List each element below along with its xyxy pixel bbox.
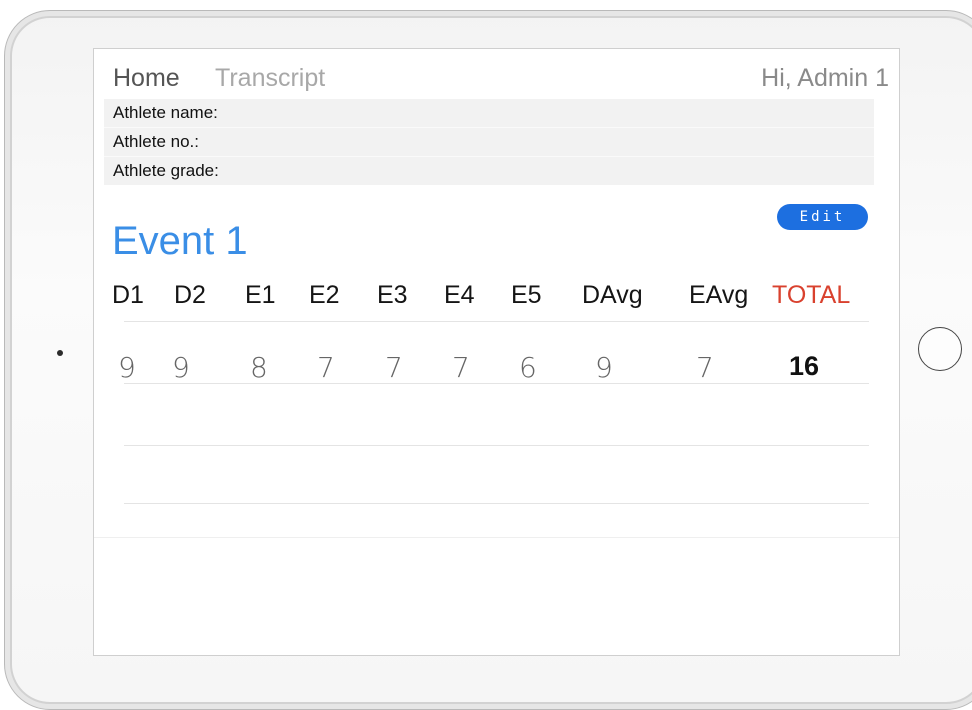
score-header-row: D1 D2 E1 E2 E3 E4 E5 DAvg EAvg TOTAL <box>112 281 882 315</box>
app-screen: Home Transcript Hi, Admin 1 Athlete name… <box>93 48 900 656</box>
score-d2: 9 <box>172 351 190 384</box>
score-davg: 9 <box>595 351 613 384</box>
score-d1: 9 <box>118 351 136 384</box>
nav-home-link[interactable]: Home <box>113 64 180 93</box>
athlete-info-panel: Athlete name: Athlete no.: Athlete grade… <box>104 99 874 185</box>
score-total: 16 <box>789 351 820 381</box>
score-eavg: 7 <box>696 351 714 384</box>
row-divider <box>124 321 869 322</box>
athlete-name-label: Athlete name: <box>104 99 874 128</box>
header-eavg: EAvg <box>689 281 749 309</box>
score-e4: 7 <box>452 351 470 384</box>
edit-button[interactable]: Edit <box>777 204 868 230</box>
score-value-row: 9 9 8 7 7 7 6 9 7 16 <box>112 351 882 385</box>
header-total: TOTAL <box>772 281 851 309</box>
header-e1: E1 <box>245 281 276 309</box>
header-d2: D2 <box>174 281 206 309</box>
score-e2: 7 <box>317 351 335 384</box>
header-e5: E5 <box>511 281 542 309</box>
score-e5: 6 <box>519 351 537 384</box>
camera-icon <box>57 350 63 356</box>
row-divider <box>124 445 869 446</box>
row-divider <box>124 383 869 384</box>
score-e3: 7 <box>385 351 403 384</box>
user-greeting[interactable]: Hi, Admin 1 <box>761 64 889 93</box>
header-e4: E4 <box>444 281 475 309</box>
content-empty-area <box>94 537 899 655</box>
top-nav: Home Transcript Hi, Admin 1 <box>94 49 899 99</box>
header-davg: DAvg <box>582 281 643 309</box>
row-divider <box>124 503 869 504</box>
header-e2: E2 <box>309 281 340 309</box>
header-e3: E3 <box>377 281 408 309</box>
athlete-number-label: Athlete no.: <box>104 128 874 157</box>
nav-transcript-link[interactable]: Transcript <box>215 64 325 93</box>
home-hardware-button[interactable] <box>918 327 962 371</box>
header-d1: D1 <box>112 281 144 309</box>
event-title: Event 1 <box>112 219 248 263</box>
score-e1: 8 <box>250 351 268 384</box>
athlete-grade-label: Athlete grade: <box>113 161 219 180</box>
